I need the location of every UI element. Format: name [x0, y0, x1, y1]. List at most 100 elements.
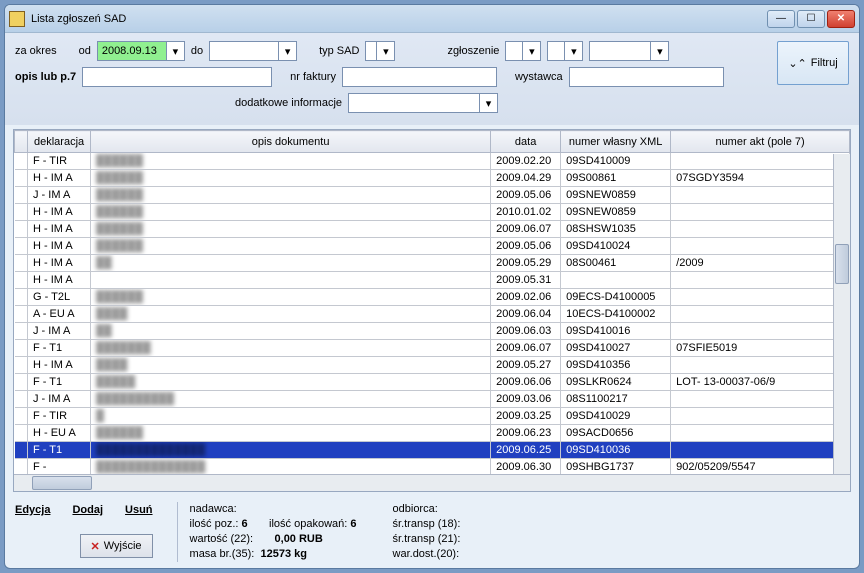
table-row[interactable]: F -██████████████2009.06.3009SHBG1737902…	[15, 459, 850, 475]
table-row[interactable]: F - TIR██████2009.02.2009SD410009	[15, 153, 850, 170]
wartosc-value: 0,00 RUB	[275, 533, 323, 545]
cell-data: 2009.06.23	[491, 425, 561, 442]
cell-deklaracja: H - IM A	[28, 170, 91, 187]
cell-deklaracja: H - IM A	[28, 357, 91, 374]
vertical-scrollbar[interactable]	[833, 154, 850, 474]
cell-numer-akt	[671, 238, 850, 255]
col-numer-xml[interactable]: numer własny XML	[561, 131, 671, 153]
close-button[interactable]: ✕	[827, 10, 855, 28]
opis-label: opis lub p.7	[15, 71, 76, 83]
cell-numer-xml: 08SHSW1035	[561, 221, 671, 238]
table-row[interactable]: J - IM A██████2009.05.0609SNEW0859	[15, 187, 850, 204]
table-row[interactable]: F - TIR█2009.03.2509SD410029	[15, 408, 850, 425]
table-row[interactable]: H - IM A██████2009.05.0609SD410024	[15, 238, 850, 255]
cell-deklaracja: F - T1	[28, 442, 91, 459]
table-row[interactable]: J - IM A██████████2009.03.0608S1100217	[15, 391, 850, 408]
cell-data: 2009.06.30	[491, 459, 561, 475]
app-icon	[9, 11, 25, 27]
cell-numer-xml: 10ECS-D4100002	[561, 306, 671, 323]
minimize-button[interactable]: —	[767, 10, 795, 28]
table-row[interactable]: A - EU A████2009.06.0410ECS-D4100002	[15, 306, 850, 323]
cell-numer-akt	[671, 357, 850, 374]
table-row[interactable]: H - IM A██████2009.06.0708SHSW1035	[15, 221, 850, 238]
typ-sad-select[interactable]	[366, 42, 376, 60]
maximize-button[interactable]: ☐	[797, 10, 825, 28]
cell-opis: ██	[91, 323, 491, 340]
edycja-link[interactable]: Edycja	[15, 504, 50, 516]
cell-numer-akt: /2009	[671, 255, 850, 272]
nadawca-label: nadawca:	[190, 502, 237, 517]
horizontal-scrollbar[interactable]	[14, 474, 850, 491]
filtruj-button[interactable]: ⌄⌃ Filtruj	[777, 41, 849, 85]
masa-value: 12573 kg	[260, 548, 306, 560]
hscroll-thumb[interactable]	[32, 476, 92, 490]
cell-data: 2009.06.04	[491, 306, 561, 323]
col-deklaracja[interactable]: deklaracja	[28, 131, 91, 153]
cell-numer-xml: 08S1100217	[561, 391, 671, 408]
cell-numer-akt	[671, 323, 850, 340]
wyjscie-button[interactable]: ✕Wyjście	[80, 534, 153, 558]
table-row[interactable]: G - T2L██████2009.02.0609ECS-D4100005	[15, 289, 850, 306]
nr-faktury-input[interactable]	[342, 67, 497, 87]
zgloszenie-select-2[interactable]	[548, 42, 564, 60]
wyjscie-label: Wyjście	[104, 540, 142, 552]
zgl2-dropdown-icon[interactable]: ▾	[564, 42, 582, 60]
table-row[interactable]: F - T1█████2009.06.0609SLKR0624LOT- 13-0…	[15, 374, 850, 391]
col-numer-akt[interactable]: numer akt (pole 7)	[671, 131, 850, 153]
dodatkowe-select[interactable]	[349, 94, 479, 112]
zgloszenie-select-1[interactable]	[506, 42, 522, 60]
col-data[interactable]: data	[491, 131, 561, 153]
cell-numer-xml: 09SD410027	[561, 340, 671, 357]
table-row[interactable]: J - IM A██2009.06.0309SD410016	[15, 323, 850, 340]
od-date-input[interactable]	[98, 42, 166, 60]
cell-opis: ██████	[91, 238, 491, 255]
data-grid[interactable]: deklaracja opis dokumentu data numer wła…	[13, 129, 851, 492]
cell-numer-xml: 09SD410029	[561, 408, 671, 425]
table-row[interactable]: H - IM A2009.05.31	[15, 272, 850, 289]
cell-numer-xml: 09S00861	[561, 170, 671, 187]
cell-opis: ███████	[91, 340, 491, 357]
opis-input[interactable]	[82, 67, 272, 87]
table-row[interactable]: F - T1███████2009.06.0709SD41002707SFIE5…	[15, 340, 850, 357]
col-opis[interactable]: opis dokumentu	[91, 131, 491, 153]
zgl1-dropdown-icon[interactable]: ▾	[522, 42, 540, 60]
cell-numer-xml: 09SD410356	[561, 357, 671, 374]
za-okres-label: za okres	[15, 45, 57, 57]
masa-label: masa br.(35):	[190, 547, 255, 562]
dodatkowe-dropdown-icon[interactable]: ▾	[479, 94, 497, 112]
cell-opis: ██████	[91, 289, 491, 306]
zgloszenie-label: zgłoszenie	[447, 45, 499, 57]
od-dropdown-icon[interactable]: ▾	[166, 42, 184, 60]
titlebar: Lista zgłoszeń SAD — ☐ ✕	[5, 5, 859, 33]
cell-numer-akt	[671, 408, 850, 425]
cell-opis: ██████	[91, 425, 491, 442]
dodaj-link[interactable]: Dodaj	[72, 504, 103, 516]
vscroll-thumb[interactable]	[835, 244, 849, 284]
dodatkowe-label: dodatkowe informacje	[235, 97, 342, 109]
cell-numer-xml: 09SHBG1737	[561, 459, 671, 475]
do-date-input[interactable]	[210, 42, 278, 60]
cell-opis: ██████████	[91, 391, 491, 408]
table-row[interactable]: H - IM A██2009.05.2908S00461/2009	[15, 255, 850, 272]
cell-deklaracja: H - IM A	[28, 238, 91, 255]
table-row[interactable]: H - IM A██████2009.04.2909S0086107SGDY35…	[15, 170, 850, 187]
typ-sad-dropdown-icon[interactable]: ▾	[376, 42, 394, 60]
info-odbiorca: odbiorca: śr.transp (18): śr.transp (21)…	[381, 502, 461, 562]
table-row[interactable]: H - EU A██████2009.06.2309SACD0656	[15, 425, 850, 442]
wystawca-input[interactable]	[569, 67, 724, 87]
ilosc-opak-value: 6	[350, 518, 356, 530]
table-row[interactable]: H - IM A████2009.05.2709SD410356	[15, 357, 850, 374]
table-row[interactable]: H - IM A██████2010.01.0209SNEW0859	[15, 204, 850, 221]
cell-data: 2009.05.31	[491, 272, 561, 289]
table-row[interactable]: F - T1██████████████2009.06.2509SD410036	[15, 442, 850, 459]
cell-numer-akt	[671, 204, 850, 221]
cell-data: 2009.05.27	[491, 357, 561, 374]
ilosc-opak-label: ilość opakowań:	[269, 517, 347, 532]
cell-opis: █	[91, 408, 491, 425]
usun-link[interactable]: Usuń	[125, 504, 153, 516]
zgloszenie-select-3[interactable]	[590, 42, 650, 60]
do-dropdown-icon[interactable]: ▾	[278, 42, 296, 60]
zgl3-dropdown-icon[interactable]: ▾	[650, 42, 668, 60]
cell-deklaracja: H - IM A	[28, 221, 91, 238]
cell-numer-akt	[671, 391, 850, 408]
